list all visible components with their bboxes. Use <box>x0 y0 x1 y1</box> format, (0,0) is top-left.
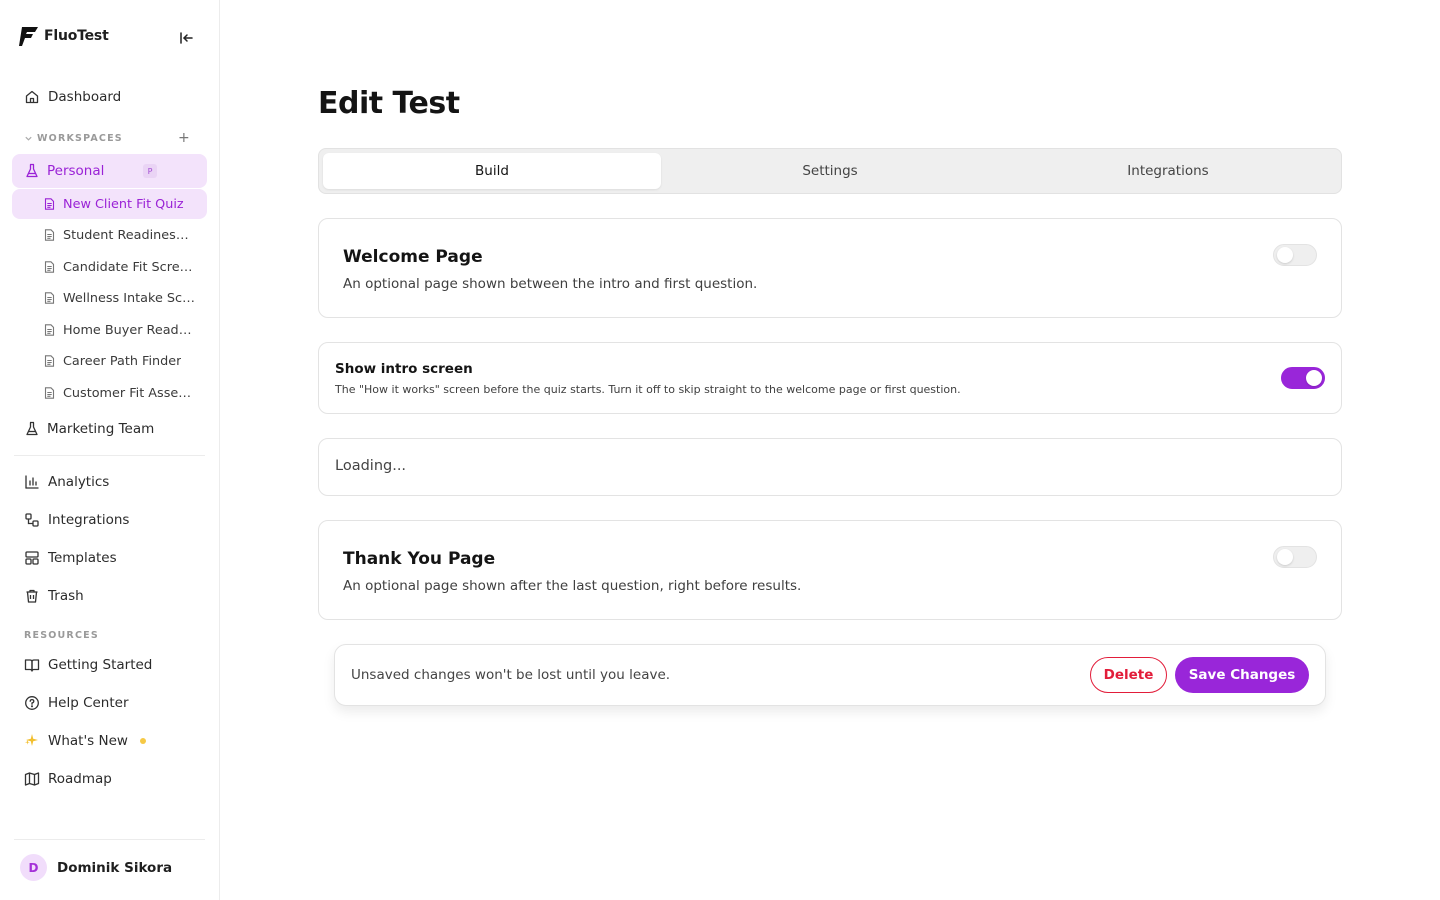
loading-card: Loading... <box>318 438 1342 496</box>
save-changes-button[interactable]: Save Changes <box>1175 657 1309 693</box>
sidebar-divider <box>14 455 205 456</box>
document-icon <box>44 198 55 210</box>
add-workspace-button[interactable]: + <box>178 130 190 146</box>
document-icon <box>44 387 55 399</box>
document-icon <box>44 261 55 273</box>
flask-icon <box>26 421 38 436</box>
bar-chart-icon <box>25 475 39 489</box>
intro-screen-description: The "How it works" screen before the qui… <box>335 383 961 396</box>
welcome-page-card: Welcome Page An optional page shown betw… <box>318 218 1342 318</box>
sparkles-icon <box>25 734 38 746</box>
test-item[interactable]: Customer Fit Assessment <box>12 378 207 408</box>
document-icon <box>44 229 55 241</box>
workspace-badge: P <box>143 164 157 178</box>
thank-you-page-card: Thank You Page An optional page shown af… <box>318 520 1342 620</box>
delete-button[interactable]: Delete <box>1090 657 1167 693</box>
nav-integrations[interactable]: Integrations <box>12 504 207 536</box>
nav-analytics[interactable]: Analytics <box>12 466 207 498</box>
intro-screen-title: Show intro screen <box>335 361 473 377</box>
workspace-personal[interactable]: Personal P <box>12 154 207 188</box>
toggle-knob <box>1277 247 1293 263</box>
sidebar-divider <box>14 839 205 840</box>
test-item[interactable]: Career Path Finder <box>12 346 207 376</box>
help-circle-icon <box>25 696 39 710</box>
new-indicator-dot <box>139 738 146 744</box>
tab-bar: Build Settings Integrations <box>318 148 1342 194</box>
toggle-knob <box>1306 370 1322 386</box>
workspace-marketing-team[interactable]: Marketing Team <box>12 413 207 445</box>
sidebar: FluoTest Dashboard WORKSPACES + Personal… <box>0 0 220 900</box>
loading-text: Loading... <box>335 458 407 474</box>
resources-section-label: RESOURCES <box>24 630 99 641</box>
unsaved-changes-message: Unsaved changes won't be lost until you … <box>351 667 671 683</box>
unsaved-changes-bar: Unsaved changes won't be lost until you … <box>334 644 1326 706</box>
page-title: Edit Test <box>318 86 460 121</box>
tab-integrations[interactable]: Integrations <box>999 153 1337 189</box>
nav-templates[interactable]: Templates <box>12 542 207 574</box>
fluotest-logo-icon <box>19 27 38 46</box>
test-item[interactable]: Home Buyer Readiness Quiz <box>12 315 207 345</box>
templates-icon <box>25 551 39 565</box>
test-item[interactable]: Student Readiness Quiz <box>12 220 207 250</box>
trash-icon <box>26 589 38 603</box>
flask-icon <box>26 163 38 178</box>
toggle-knob <box>1277 549 1293 565</box>
nav-dashboard-label: Dashboard <box>48 89 122 105</box>
user-profile[interactable]: D Dominik Sikora <box>20 854 172 881</box>
chevron-down-icon <box>25 136 32 141</box>
nav-dashboard[interactable]: Dashboard <box>12 81 207 113</box>
nav-whats-new[interactable]: What's New <box>12 725 207 757</box>
nav-getting-started[interactable]: Getting Started <box>12 649 207 681</box>
document-icon <box>44 355 55 367</box>
welcome-page-title: Welcome Page <box>343 247 483 267</box>
document-icon <box>44 292 55 304</box>
test-item[interactable]: Candidate Fit Screener <box>12 252 207 282</box>
user-name: Dominik Sikora <box>57 859 173 876</box>
test-item[interactable]: New Client Fit Quiz <box>12 189 207 219</box>
nav-help-center[interactable]: Help Center <box>12 687 207 719</box>
workspace-personal-label: Personal <box>47 163 105 179</box>
avatar: D <box>20 854 47 881</box>
intro-screen-toggle[interactable] <box>1281 367 1325 389</box>
collapse-sidebar-icon[interactable] <box>176 28 196 48</box>
brand[interactable]: FluoTest <box>18 24 109 48</box>
integrations-icon <box>25 513 39 527</box>
workspaces-section-label[interactable]: WORKSPACES <box>24 133 123 144</box>
map-icon <box>24 772 40 786</box>
book-open-icon <box>24 659 40 672</box>
thank-you-page-title: Thank You Page <box>343 549 496 569</box>
nav-trash[interactable]: Trash <box>12 580 207 612</box>
home-icon <box>25 90 39 104</box>
tab-settings[interactable]: Settings <box>661 153 999 189</box>
nav-roadmap[interactable]: Roadmap <box>12 763 207 795</box>
tab-build[interactable]: Build <box>323 153 661 189</box>
brand-name: FluoTest <box>44 28 109 44</box>
thank-you-page-description: An optional page shown after the last qu… <box>343 578 802 594</box>
document-icon <box>44 324 55 336</box>
intro-screen-card: Show intro screen The "How it works" scr… <box>318 342 1342 414</box>
welcome-page-toggle[interactable] <box>1273 244 1317 266</box>
test-item[interactable]: Wellness Intake Screener <box>12 283 207 313</box>
welcome-page-description: An optional page shown between the intro… <box>343 276 758 292</box>
thank-you-page-toggle[interactable] <box>1273 546 1317 568</box>
